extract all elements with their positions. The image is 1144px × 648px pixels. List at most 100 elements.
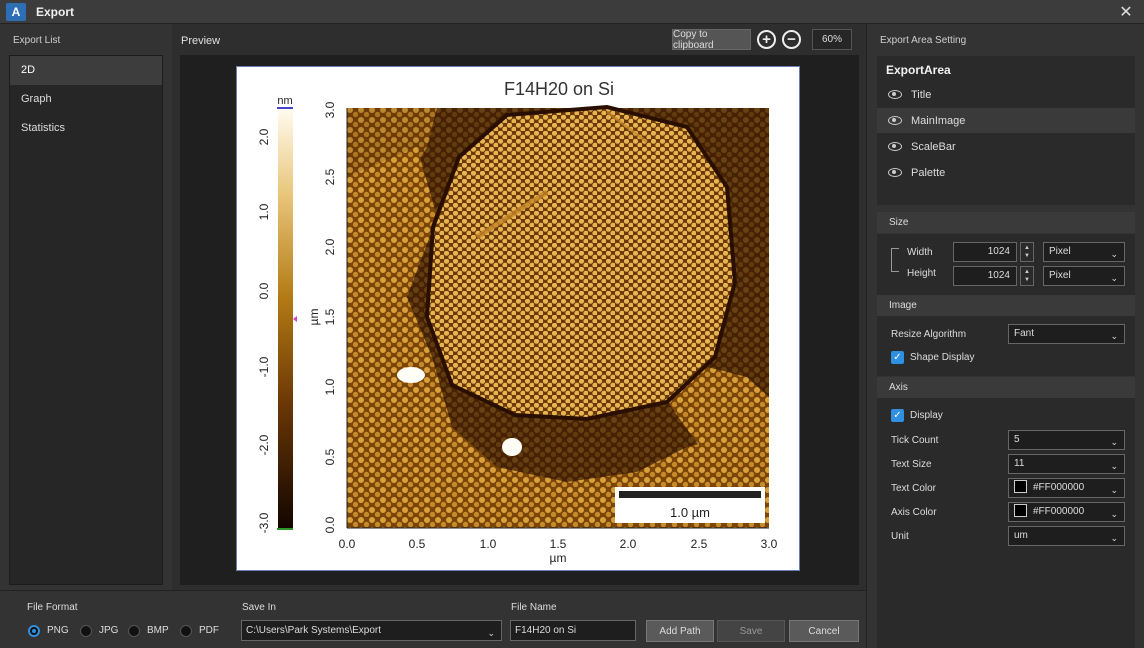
- x-tick: 1.0: [480, 537, 497, 551]
- x-tick: 1.5: [550, 537, 567, 551]
- format-radio-png[interactable]: [28, 625, 40, 637]
- format-radio-jpg[interactable]: [80, 625, 92, 637]
- palette-tick: 0.0: [257, 282, 271, 299]
- tick-count-label: Tick Count: [891, 435, 939, 446]
- width-label: Width: [907, 247, 933, 258]
- height-input[interactable]: 1024: [953, 266, 1017, 286]
- format-radio-pdf[interactable]: [180, 625, 192, 637]
- export-area-setting-heading: Export Area Setting: [880, 35, 967, 46]
- height-stepper[interactable]: ▲ ▼: [1020, 266, 1034, 286]
- shape-display-checkbox[interactable]: ✓: [891, 351, 904, 364]
- format-label-pdf: PDF: [199, 625, 219, 636]
- save-in-select[interactable]: C:\Users\Park Systems\Export ⌄: [241, 620, 502, 641]
- zoom-out-icon[interactable]: −: [782, 30, 801, 49]
- text-color-label: Text Color: [891, 483, 937, 494]
- export-list: 2D Graph Statistics: [9, 55, 163, 585]
- unit-select[interactable]: um ⌄: [1008, 526, 1125, 546]
- preview-panel: Preview Copy to clipboard + − 60% F14H20…: [172, 24, 866, 590]
- x-tick: 3.0: [761, 537, 778, 551]
- main-afm-image: 1.0 µm: [347, 104, 769, 528]
- chevron-down-icon: ⌄: [1110, 461, 1118, 471]
- zoom-in-icon[interactable]: +: [757, 30, 776, 49]
- window-title: Export: [36, 4, 75, 19]
- scalebar-label: 1.0 µm: [670, 505, 710, 520]
- zoom-level[interactable]: 60%: [812, 29, 852, 50]
- layer-label: ScaleBar: [911, 140, 956, 153]
- x-axis-label: µm: [550, 551, 567, 565]
- palette-unit: nm: [277, 95, 292, 107]
- close-icon[interactable]: ✕: [1116, 2, 1136, 22]
- shape-display-label: Shape Display: [910, 352, 975, 363]
- x-tick: 0.0: [339, 537, 356, 551]
- eye-icon[interactable]: [888, 90, 902, 99]
- save-in-label: Save In: [242, 602, 276, 613]
- text-size-select[interactable]: 11 ⌄: [1008, 454, 1125, 474]
- layer-label: Title: [911, 88, 932, 101]
- afm-figure: F14H20 on Si nm 2.0 1.0 0.0 -1.0 -2.0 -3…: [257, 79, 778, 565]
- format-radio-bmp[interactable]: [128, 625, 140, 637]
- layer-item-mainimage[interactable]: MainImage: [877, 108, 1135, 133]
- palette-tick: 2.0: [257, 128, 271, 145]
- layer-label: Palette: [911, 166, 946, 179]
- chevron-down-icon: ⌄: [1110, 249, 1118, 259]
- chevron-down-icon: ⌄: [1110, 331, 1118, 341]
- image-section: Resize Algorithm Fant ⌄ ✓ Shape Display: [877, 316, 1135, 376]
- x-tick: 0.5: [409, 537, 426, 551]
- axis-display-checkbox[interactable]: ✓: [891, 409, 904, 422]
- file-name-input[interactable]: F14H20 on Si: [510, 620, 636, 641]
- eye-icon[interactable]: [888, 168, 902, 177]
- axis-color-select[interactable]: #FF000000 ⌄: [1008, 502, 1125, 522]
- format-label-bmp: BMP: [147, 625, 169, 636]
- palette-tick: -3.0: [257, 512, 271, 533]
- resize-algorithm-select[interactable]: Fant ⌄: [1008, 324, 1125, 344]
- palette-pointer: [293, 316, 297, 322]
- export-list-item-statistics[interactable]: Statistics: [10, 114, 162, 143]
- save-button[interactable]: Save: [717, 620, 785, 642]
- export-list-heading: Export List: [13, 35, 61, 46]
- text-color-select[interactable]: #FF000000 ⌄: [1008, 478, 1125, 498]
- layer-item-title[interactable]: Title: [877, 82, 1135, 107]
- width-input[interactable]: 1024: [953, 242, 1017, 262]
- layer-item-scalebar[interactable]: ScaleBar: [877, 134, 1135, 159]
- add-path-button[interactable]: Add Path: [646, 620, 714, 642]
- width-stepper[interactable]: ▲ ▼: [1020, 242, 1034, 262]
- axis-section-heading: Axis: [877, 377, 1135, 398]
- text-size-label: Text Size: [891, 459, 932, 470]
- palette-tick: -1.0: [257, 356, 271, 377]
- size-section-heading: Size: [877, 212, 1135, 233]
- app-logo-icon: A: [6, 2, 26, 21]
- export-list-item-graph[interactable]: Graph: [10, 85, 162, 114]
- palette-tick: 1.0: [257, 203, 271, 220]
- aspect-link-icon[interactable]: [891, 248, 899, 272]
- copy-to-clipboard-button[interactable]: Copy to clipboard: [672, 29, 751, 51]
- x-tick: 2.5: [691, 537, 708, 551]
- window-titlebar: A Export ✕: [0, 0, 1144, 24]
- y-tick: 2.5: [323, 168, 337, 185]
- chevron-down-icon: ⌄: [1110, 533, 1118, 543]
- cancel-button[interactable]: Cancel: [789, 620, 859, 642]
- layer-item-palette[interactable]: Palette: [877, 160, 1135, 185]
- chevron-down-icon: ⌄: [487, 628, 495, 638]
- image-section-heading: Image: [877, 295, 1135, 316]
- preview-canvas[interactable]: F14H20 on Si nm 2.0 1.0 0.0 -1.0 -2.0 -3…: [180, 55, 859, 585]
- color-swatch: [1014, 503, 1027, 517]
- chevron-down-icon: ⌄: [1110, 273, 1118, 283]
- eye-icon[interactable]: [888, 116, 902, 125]
- color-swatch: [1014, 479, 1027, 493]
- chevron-down-icon: ⌄: [1110, 509, 1118, 519]
- y-tick: 1.0: [323, 378, 337, 395]
- format-label-png: PNG: [47, 625, 69, 636]
- export-area-title: ExportArea: [886, 63, 951, 77]
- export-area-layers: ExportArea Title MainImage ScaleBar Pale…: [877, 56, 1135, 205]
- export-list-item-2d[interactable]: 2D: [10, 56, 162, 85]
- figure-title: F14H20 on Si: [504, 79, 614, 99]
- x-tick: 2.0: [620, 537, 637, 551]
- width-unit-select[interactable]: Pixel ⌄: [1043, 242, 1125, 262]
- y-axis-label: µm: [307, 309, 321, 326]
- height-unit-select[interactable]: Pixel ⌄: [1043, 266, 1125, 286]
- bottom-bar: File Format PNG JPG BMP PDF Save In C:\U…: [0, 590, 866, 648]
- eye-icon[interactable]: [888, 142, 902, 151]
- axis-section: ✓ Display Tick Count 5 ⌄ Text Size 11 ⌄ Te…: [877, 398, 1135, 648]
- format-label-jpg: JPG: [99, 625, 119, 636]
- tick-count-select[interactable]: 5 ⌄: [1008, 430, 1125, 450]
